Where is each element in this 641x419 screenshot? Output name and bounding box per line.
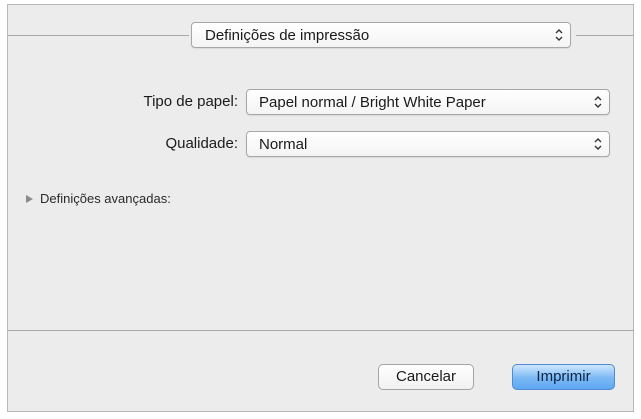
paper-type-select[interactable]: Papel normal / Bright White Paper — [246, 89, 610, 115]
paper-type-label: Tipo de papel: — [143, 93, 238, 110]
cancel-button[interactable]: Cancelar — [378, 364, 474, 390]
quality-select[interactable]: Normal — [246, 131, 610, 157]
panel-select-value: Definições de impressão — [205, 27, 370, 44]
paper-type-value: Papel normal / Bright White Paper — [259, 94, 486, 111]
quality-label: Qualidade: — [165, 135, 238, 152]
footer-separator — [8, 330, 634, 331]
advanced-settings-label: Definições avançadas: — [40, 191, 171, 206]
updown-arrows-icon — [594, 138, 602, 150]
updown-arrows-icon — [594, 96, 602, 108]
disclosure-triangle-icon — [26, 194, 33, 203]
panel-select[interactable]: Definições de impressão — [191, 22, 571, 48]
print-button[interactable]: Imprimir — [512, 364, 615, 390]
updown-arrows-icon — [555, 29, 563, 41]
advanced-settings-disclosure[interactable]: Definições avançadas: — [25, 191, 171, 206]
quality-value: Normal — [259, 136, 308, 153]
print-settings-dialog: Definições de impressão Tipo de papel: P… — [7, 4, 634, 412]
header-separator-left — [8, 35, 189, 36]
header-separator-right — [576, 35, 634, 36]
